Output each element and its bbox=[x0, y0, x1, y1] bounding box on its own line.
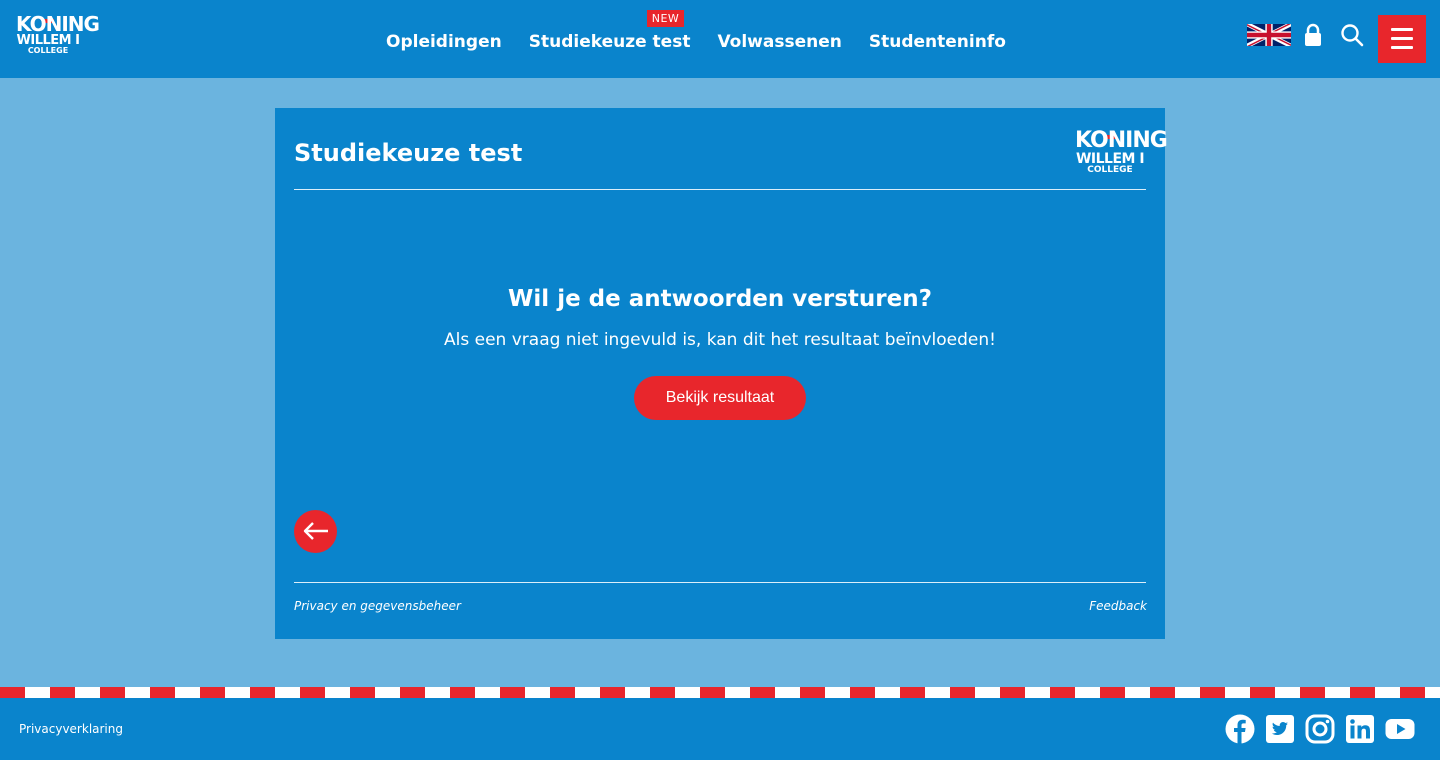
divider bbox=[294, 582, 1146, 583]
nav-item-label: Opleidingen bbox=[386, 32, 502, 52]
nav-item-volwassenen[interactable]: Volwassenen bbox=[717, 31, 841, 55]
main-nav: Opleidingen NEW Studiekeuze test Volwass… bbox=[386, 10, 1006, 55]
logo-line-1: KONING bbox=[1075, 128, 1168, 153]
youtube-icon[interactable] bbox=[1385, 714, 1415, 744]
menu-bar bbox=[1391, 28, 1413, 31]
hamburger-menu-button[interactable] bbox=[1378, 15, 1426, 63]
logo-line-3: COLLEGE bbox=[1087, 165, 1133, 175]
feedback-link[interactable]: Feedback bbox=[1089, 599, 1147, 613]
logo-line-2: WILLEM I bbox=[1075, 151, 1145, 167]
logo-line-3: COLLEGE bbox=[27, 46, 69, 55]
back-button[interactable] bbox=[294, 510, 337, 553]
twitter-icon[interactable] bbox=[1265, 714, 1295, 744]
arrow-left-icon bbox=[303, 522, 328, 540]
lock-icon[interactable] bbox=[1303, 23, 1323, 47]
logo-line-1: KONING bbox=[16, 12, 100, 36]
uk-flag-icon[interactable] bbox=[1247, 24, 1291, 46]
instagram-icon[interactable] bbox=[1305, 714, 1335, 744]
nav-item-studenteninfo[interactable]: Studenteninfo bbox=[869, 31, 1006, 55]
koning-willem-logo[interactable]: KONING WILLEM I COLLEGE bbox=[16, 10, 100, 55]
privacy-statement-link[interactable]: Privacyverklaring bbox=[19, 722, 123, 736]
decorative-stripe bbox=[0, 687, 1440, 698]
divider bbox=[294, 189, 1146, 190]
facebook-icon[interactable] bbox=[1225, 714, 1255, 744]
card-logo: KONING WILLEM I COLLEGE bbox=[1075, 126, 1168, 175]
studiekeuze-card: Studiekeuze test KONING WILLEM I COLLEGE… bbox=[275, 108, 1168, 639]
nav-item-label: Volwassenen bbox=[717, 32, 842, 52]
site-header: KONING WILLEM I COLLEGE Opleidingen NEW … bbox=[0, 0, 1440, 78]
nav-item-studiekeuze-test[interactable]: NEW Studiekeuze test bbox=[528, 10, 691, 55]
card-title: Studiekeuze test bbox=[294, 139, 523, 167]
privacy-link[interactable]: Privacy en gegevensbeheer bbox=[294, 599, 461, 613]
site-footer: Privacyverklaring bbox=[0, 698, 1440, 760]
nav-item-label: Studiekeuze test bbox=[528, 32, 691, 52]
submit-question: Wil je de antwoorden versturen? bbox=[508, 286, 932, 312]
new-badge: NEW bbox=[646, 10, 685, 27]
submit-warning: Als een vraag niet ingevuld is, kan dit … bbox=[444, 330, 996, 350]
menu-bar bbox=[1391, 37, 1413, 40]
nav-item-label: Studenteninfo bbox=[868, 32, 1006, 52]
view-result-button[interactable]: Bekijk resultaat bbox=[634, 376, 806, 420]
menu-bar bbox=[1391, 46, 1413, 49]
nav-item-opleidingen[interactable]: Opleidingen bbox=[386, 31, 502, 55]
search-icon[interactable] bbox=[1340, 23, 1364, 47]
linkedin-icon[interactable] bbox=[1345, 714, 1375, 744]
